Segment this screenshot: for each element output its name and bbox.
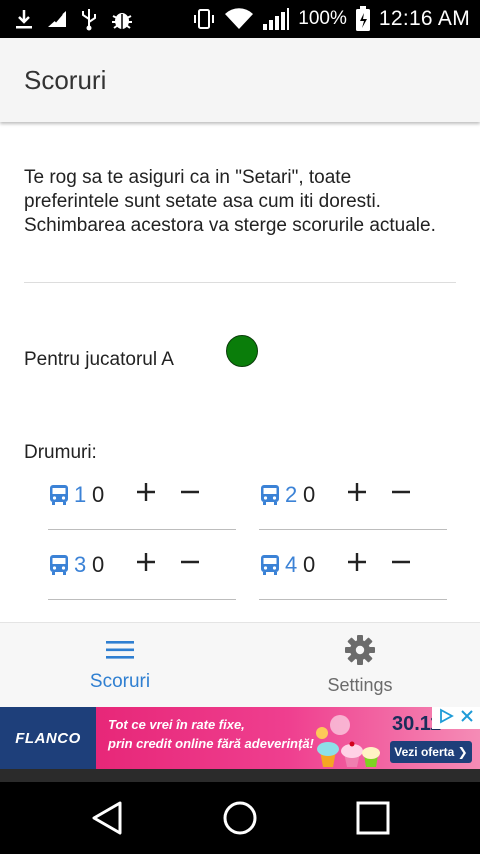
vibrate-icon: [192, 7, 216, 31]
missed-call-icon: [46, 9, 68, 29]
bus-icon: [48, 554, 70, 576]
stepper-underline: [48, 529, 236, 530]
status-system: 100% 12:16 AM: [192, 6, 470, 32]
road-stepper-3: 3 0: [48, 540, 236, 600]
back-icon[interactable]: [83, 794, 131, 842]
road-value: 0: [92, 552, 105, 577]
decrement-button[interactable]: [172, 474, 208, 510]
decrement-button[interactable]: [383, 474, 419, 510]
road-value: 0: [303, 552, 316, 577]
road-index: 2: [285, 482, 298, 507]
decrement-button[interactable]: [172, 544, 208, 580]
recents-icon[interactable]: [349, 794, 397, 842]
nav-tab-scoruri[interactable]: Scoruri: [0, 623, 240, 707]
menu-icon: [105, 638, 135, 667]
road-value: 0: [303, 482, 316, 507]
battery-icon: [355, 6, 371, 32]
page-title: Scoruri: [24, 64, 107, 95]
clock: 12:16 AM: [378, 7, 470, 30]
road-index: 4: [285, 552, 298, 577]
increment-button[interactable]: [128, 474, 164, 510]
decrement-button[interactable]: [383, 544, 419, 580]
settings-warning-text: Te rog sa te asiguri ca in "Setari", toa…: [24, 167, 436, 236]
usb-icon: [80, 7, 98, 31]
signal-icon: [262, 7, 290, 31]
ad-cta-button[interactable]: Vezi oferta ❯: [390, 741, 472, 763]
player-color-indicator: [226, 335, 258, 367]
system-navigation-bar: [0, 782, 480, 854]
bus-icon: [259, 484, 281, 506]
stepper-underline: [259, 599, 447, 600]
road-stepper-4: 4 0: [259, 540, 447, 600]
increment-button[interactable]: [339, 544, 375, 580]
download-icon: [14, 8, 34, 30]
ad-brand-logo: FLANCO: [0, 707, 96, 769]
cupcakes-illustration: [316, 715, 380, 767]
gear-icon: [344, 634, 376, 671]
ad-banner[interactable]: FLANCO Tot ce vrei în rate fixe, prin cr…: [0, 707, 480, 769]
stepper-underline: [48, 599, 236, 600]
road-index: 1: [74, 482, 87, 507]
stepper-underline: [259, 529, 447, 530]
nav-tab-settings[interactable]: Settings: [240, 623, 480, 707]
close-icon[interactable]: [460, 709, 474, 728]
wifi-icon: [224, 8, 254, 30]
battery-percent: 100%: [298, 8, 347, 29]
bus-icon: [48, 484, 70, 506]
status-notifications: [14, 7, 134, 31]
increment-button[interactable]: [128, 544, 164, 580]
app-bar: Scoruri: [0, 38, 480, 122]
road-value: 0: [92, 482, 105, 507]
ad-info-icon[interactable]: [438, 707, 454, 729]
divider-strip: [0, 769, 480, 782]
ad-text-line-2: prin credit online fără adeverință!: [108, 736, 314, 751]
bus-icon: [259, 554, 281, 576]
road-stepper-1: 1 0: [48, 470, 236, 530]
nav-label-scoruri: Scoruri: [89, 670, 151, 692]
home-icon[interactable]: [216, 794, 264, 842]
road-index: 3: [74, 552, 87, 577]
ad-text: Tot ce vrei în rate fixe, prin credit on…: [108, 715, 328, 753]
roads-label: Drumuri:: [24, 442, 97, 463]
road-stepper-2: 2 0: [259, 470, 447, 530]
increment-button[interactable]: [339, 474, 375, 510]
debug-bug-icon: [110, 8, 134, 30]
divider: [24, 282, 456, 283]
ad-text-line-1: Tot ce vrei în rate fixe,: [108, 717, 245, 732]
ad-choices[interactable]: [432, 707, 480, 729]
status-bar: 100% 12:16 AM: [0, 0, 480, 38]
nav-label-settings: Settings: [327, 675, 393, 695]
player-label: Pentru jucatorul A: [24, 349, 174, 370]
scores-content[interactable]: Te rog sa te asiguri ca in "Setari", toa…: [0, 122, 480, 622]
bottom-navigation: Scoruri Settings: [0, 622, 480, 707]
